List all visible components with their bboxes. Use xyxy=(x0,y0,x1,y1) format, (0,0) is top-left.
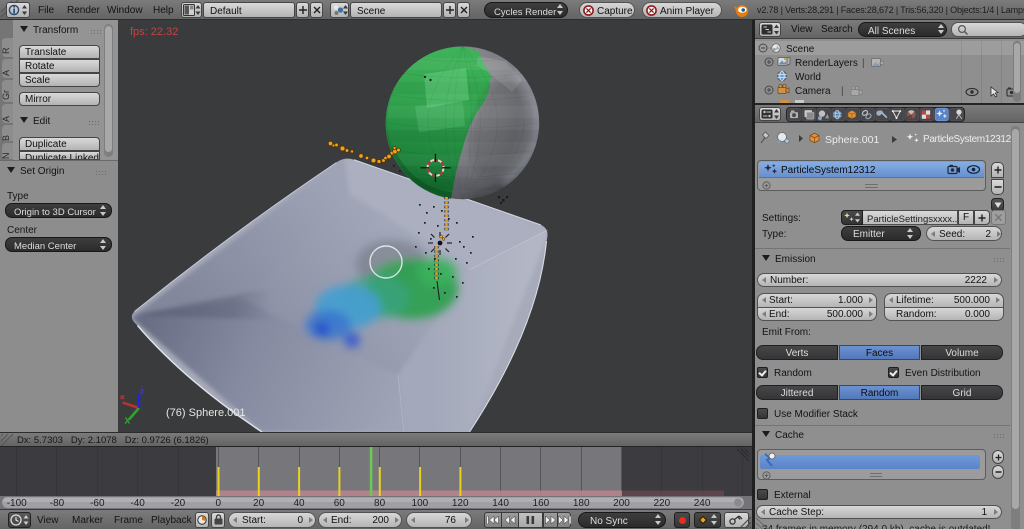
svg-text:200: 200 xyxy=(613,498,630,509)
svg-text:160: 160 xyxy=(533,498,550,509)
svg-text:240: 240 xyxy=(694,498,711,509)
svg-text:-40: -40 xyxy=(130,498,145,509)
svg-text:-20: -20 xyxy=(171,498,186,509)
svg-text:120: 120 xyxy=(452,498,469,509)
svg-text:220: 220 xyxy=(653,498,670,509)
svg-text:-80: -80 xyxy=(50,498,65,509)
svg-text:20: 20 xyxy=(253,498,265,509)
svg-text:180: 180 xyxy=(573,498,590,509)
svg-text:60: 60 xyxy=(334,498,346,509)
svg-text:80: 80 xyxy=(374,498,386,509)
svg-text:-100: -100 xyxy=(7,498,27,509)
svg-text:-60: -60 xyxy=(90,498,105,509)
svg-text:40: 40 xyxy=(293,498,305,509)
svg-text:0: 0 xyxy=(216,498,222,509)
svg-text:140: 140 xyxy=(492,498,509,509)
svg-text:100: 100 xyxy=(412,498,429,509)
